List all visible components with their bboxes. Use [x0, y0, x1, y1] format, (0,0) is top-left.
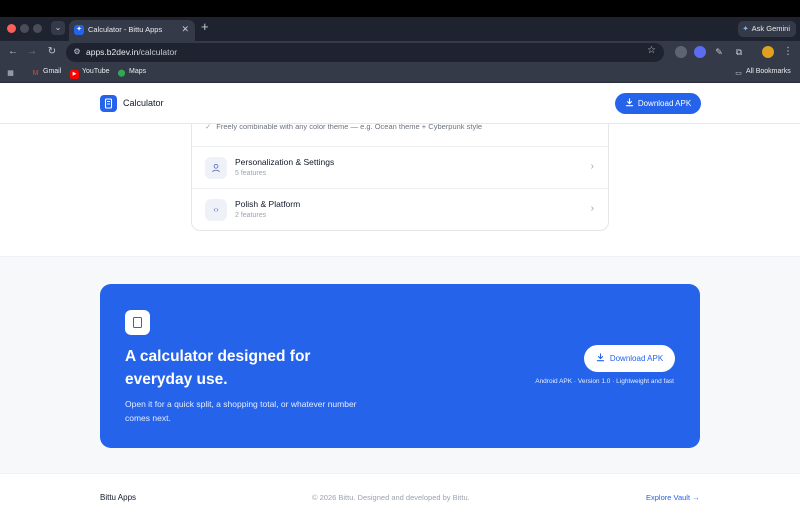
accordion-polish-platform[interactable]: ‹› Polish & Platform 2 features ›	[192, 188, 608, 230]
browser-toolbar: ← → ↻ ⚙ apps.b2dev.in/calculator ☆ ✎ ⧉ ⋮	[0, 41, 800, 64]
close-window-button[interactable]	[7, 24, 16, 33]
address-url: apps.b2dev.in/calculator	[86, 47, 177, 57]
extension-icon-2[interactable]	[694, 46, 706, 58]
features-card: ✓ Freely combinable with any color theme …	[191, 113, 609, 231]
download-apk-button[interactable]: Download APK	[615, 93, 701, 114]
download-apk-label: Download APK	[637, 99, 692, 108]
all-bookmarks[interactable]: ▭ All Bookmarks	[734, 68, 791, 78]
pen-icon[interactable]: ✎	[713, 46, 725, 58]
maps-icon: ⬤	[117, 70, 126, 77]
extensions-puzzle-icon[interactable]: ⧉	[733, 46, 745, 58]
browser-tab-strip: ⌄ ✦ Calculator - Bittu Apps ✕ + ✦ Ask Gem…	[0, 17, 800, 41]
reload-icon[interactable]: ↻	[45, 45, 59, 59]
tab-search-icon[interactable]: ⌄	[51, 21, 65, 35]
forward-icon[interactable]: →	[25, 45, 39, 59]
ask-gemini-button[interactable]: ✦ Ask Gemini	[738, 21, 796, 37]
minimize-window-button[interactable]	[20, 24, 29, 33]
ask-gemini-label: Ask Gemini	[751, 24, 790, 33]
cta-banner: A calculator designed for everyday use. …	[100, 284, 700, 448]
gemini-icon: ✦	[742, 24, 749, 33]
download-icon	[596, 353, 605, 362]
cta-version-meta: Android APK · Version 1.0 · Lightweight …	[535, 378, 674, 385]
site-header: Calculator Download APK	[0, 83, 800, 124]
more-menu-icon[interactable]: ⋮	[782, 46, 794, 58]
address-bar[interactable]: ⚙ apps.b2dev.in/calculator ☆	[66, 43, 664, 62]
accordion-title: Polish & Platform	[235, 199, 301, 209]
bookmark-maps[interactable]: ⬤ Maps	[117, 68, 147, 78]
cta-heading: A calculator designed for everyday use.	[125, 348, 311, 388]
screen-top-bar	[0, 0, 800, 17]
tab-close-icon[interactable]: ✕	[181, 24, 189, 35]
gmail-icon: M	[32, 70, 39, 77]
cta-description: Open it for a quick split, a shopping to…	[125, 399, 357, 423]
chevron-right-icon: ›	[590, 203, 594, 214]
site-brand-name[interactable]: Calculator	[123, 98, 164, 108]
chevron-right-icon: ›	[590, 161, 594, 172]
back-icon[interactable]: ←	[6, 45, 20, 59]
calculator-app-icon	[125, 310, 150, 335]
tab-favicon: ✦	[74, 25, 84, 35]
folder-icon: ▭	[735, 70, 742, 77]
url-host: apps.b2dev.in	[86, 47, 139, 57]
tab-calculator[interactable]: ✦ Calculator - Bittu Apps ✕	[69, 20, 195, 41]
apps-grid-icon[interactable]: ▦	[6, 68, 18, 78]
maximize-window-button[interactable]	[33, 24, 42, 33]
cta-download-apk-button[interactable]: Download APK	[584, 345, 675, 372]
accordion-title: Personalization & Settings	[235, 157, 335, 167]
download-icon	[625, 98, 634, 107]
calculator-logo-icon	[100, 95, 117, 112]
accordion-count: 5 features	[235, 170, 267, 177]
bookmark-star-icon[interactable]: ☆	[647, 45, 656, 56]
youtube-icon: ▶	[70, 70, 79, 79]
bookmark-gmail[interactable]: M Gmail	[31, 68, 62, 78]
code-icon: ‹›	[205, 199, 227, 221]
cta-download-label: Download APK	[609, 354, 664, 363]
site-info-icon[interactable]: ⚙	[71, 46, 83, 58]
footer-copyright: © 2026 Bittu. Designed and developed by …	[312, 493, 470, 502]
accordion-personalization[interactable]: Personalization & Settings 5 features ›	[192, 146, 608, 188]
url-path: /calculator	[138, 47, 178, 57]
user-icon	[205, 157, 227, 179]
new-tab-button[interactable]: +	[201, 19, 209, 34]
accordion-count: 2 features	[235, 212, 267, 219]
bookmarks-bar: ▦ M Gmail ▶ YouTube ⬤ Maps ▭ All Bookmarks	[0, 64, 800, 83]
web-page: Calculator Download APK ✓ Freely combinab…	[0, 83, 800, 520]
site-footer: Bittu Apps © 2026 Bittu. Designed and de…	[0, 473, 800, 520]
tab-title: Calculator - Bittu Apps	[88, 25, 163, 34]
explore-vault-link[interactable]: Explore Vault →	[646, 493, 700, 502]
cta-section: A calculator designed for everyday use. …	[0, 256, 800, 473]
bookmark-youtube[interactable]: ▶ YouTube	[70, 68, 110, 79]
extension-icon[interactable]	[675, 46, 687, 58]
footer-brand[interactable]: Bittu Apps	[100, 493, 136, 502]
profile-avatar[interactable]	[762, 46, 774, 58]
